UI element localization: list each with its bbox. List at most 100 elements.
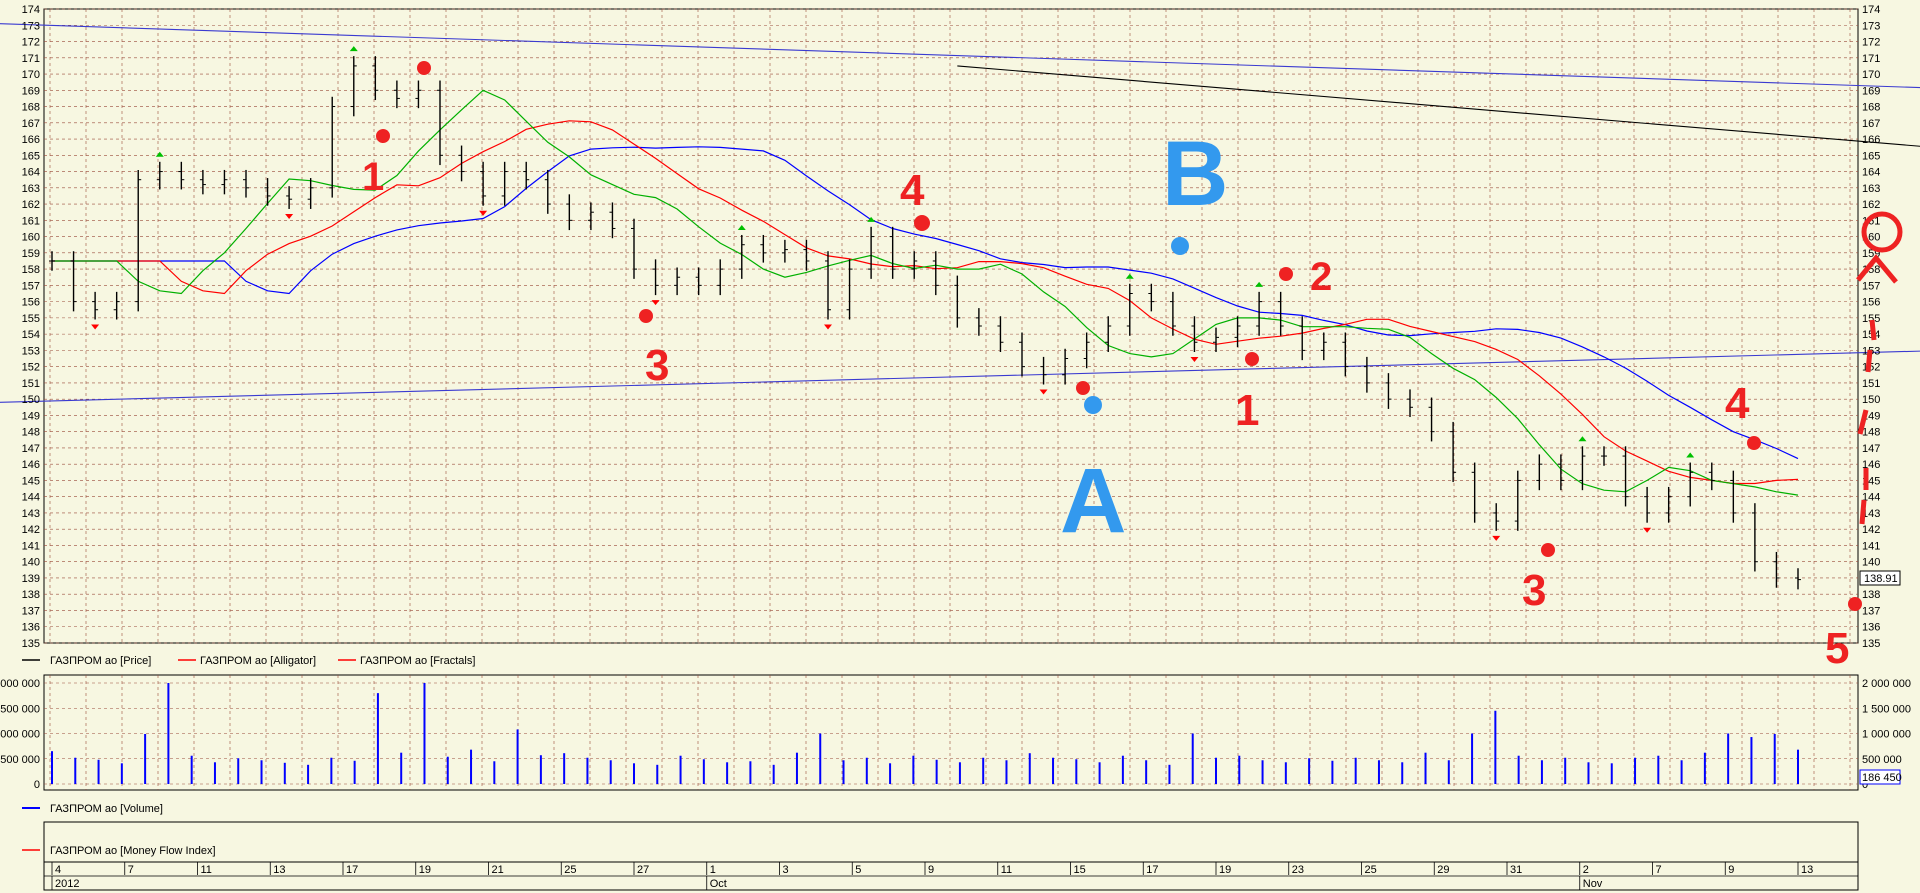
wave-label: 4 [1725, 379, 1750, 428]
price-tick-right: 136 [1862, 622, 1880, 634]
time-label: 23 [1292, 864, 1304, 876]
wave-label: 3 [645, 341, 669, 390]
legend-price: ГАЗПРОМ ао [Price] [50, 655, 151, 667]
time-label: 7 [128, 864, 134, 876]
volume-tick-left: 1 000 000 [0, 729, 40, 741]
price-tick-left: 163 [22, 183, 40, 195]
price-tick-left: 137 [22, 605, 40, 617]
wave-label: 1 [1235, 386, 1259, 435]
time-label: 7 [1656, 864, 1662, 876]
chart: 174 174173 173172 172171 171170 170169 169168 1… [0, 4, 1920, 891]
time-label: 1 [710, 864, 716, 876]
legend-fractals: ГАЗПРОМ ао [Fractals] [360, 655, 475, 667]
time-label: 15 [1074, 864, 1086, 876]
price-tick-right: 150 [1862, 394, 1880, 406]
price-tick-left: 167 [22, 118, 40, 130]
price-tick-right: 148 [1862, 427, 1880, 439]
wave-letter-a: A [1060, 450, 1126, 552]
time-label: 25 [1365, 864, 1377, 876]
price-tick-left: 172 [22, 37, 40, 49]
price-tick-right: 135 [1862, 638, 1880, 650]
time-label: 19 [419, 864, 431, 876]
time-label: 9 [1728, 864, 1734, 876]
price-tick-left: 171 [22, 53, 40, 65]
price-tick-right: 171 [1862, 53, 1880, 65]
price-tick-left: 152 [22, 362, 40, 374]
price-tick-left: 174 [22, 4, 40, 16]
price-tick-right: 156 [1862, 297, 1880, 309]
price-tick-left: 160 [22, 232, 40, 244]
price-tick-left: 156 [22, 297, 40, 309]
price-tick-right: 140 [1862, 557, 1880, 569]
price-tick-right: 168 [1862, 102, 1880, 114]
price-tick-left: 150 [22, 394, 40, 406]
price-tick-left: 149 [22, 410, 40, 422]
time-label: 13 [1801, 864, 1813, 876]
legend-mfi: ГАЗПРОМ ао [Money Flow Index] [50, 845, 216, 857]
volume-tick-right: 1 000 000 [1862, 729, 1911, 741]
price-tick-left: 157 [22, 280, 40, 292]
time-label: 5 [855, 864, 861, 876]
price-tick-left: 136 [22, 622, 40, 634]
price-tick-left: 144 [22, 492, 40, 504]
price-tick-right: 163 [1862, 183, 1880, 195]
price-tick-right: 147 [1862, 443, 1880, 455]
price-tick-left: 164 [22, 167, 40, 179]
time-label: 9 [928, 864, 934, 876]
price-tick-left: 165 [22, 150, 40, 162]
price-tick-left: 139 [22, 573, 40, 585]
price-tick-left: 148 [22, 427, 40, 439]
price-tick-left: 155 [22, 313, 40, 325]
wave-label: 4 [900, 166, 925, 215]
price-tick-left: 135 [22, 638, 40, 650]
price-tick-left: 162 [22, 199, 40, 211]
price-tick-left: 142 [22, 524, 40, 536]
time-label: 29 [1437, 864, 1449, 876]
price-tick-left: 169 [22, 85, 40, 97]
price-tick-right: 169 [1862, 85, 1880, 97]
time-label: 4 [55, 864, 61, 876]
price-tick-left: 143 [22, 508, 40, 520]
time-label: 2 [1583, 864, 1589, 876]
time-sub-label: Nov [1583, 878, 1603, 890]
price-tick-right: 142 [1862, 524, 1880, 536]
time-label: 3 [783, 864, 789, 876]
price-tick-right: 157 [1862, 280, 1880, 292]
price-tick-right: 138 [1862, 589, 1880, 601]
time-sub-label: Oct [710, 878, 727, 890]
price-tick-left: 146 [22, 459, 40, 471]
time-label: 21 [492, 864, 504, 876]
price-tick-left: 170 [22, 69, 40, 81]
price-tick-left: 159 [22, 248, 40, 260]
volume-tick-right: 1 500 000 [1862, 703, 1911, 715]
wave-label: 3 [1522, 566, 1546, 615]
time-label: 11 [1001, 864, 1012, 876]
price-tick-right: 141 [1862, 540, 1880, 552]
price-panel [43, 8, 1859, 644]
volume-tick-left: 1 500 000 [0, 703, 40, 715]
price-tick-right: 164 [1862, 167, 1880, 179]
price-tick-left: 154 [22, 329, 40, 341]
price-tick-right: 170 [1862, 69, 1880, 81]
price-tick-left: 145 [22, 475, 40, 487]
price-tick-left: 147 [22, 443, 40, 455]
time-label: 19 [1219, 864, 1231, 876]
time-label: 27 [637, 864, 649, 876]
wave-label: 5 [1825, 624, 1849, 673]
volume-tick-left: 500 000 [0, 754, 40, 766]
price-tick-left: 138 [22, 589, 40, 601]
wave-letter-b: B [1162, 123, 1228, 225]
price-tick-right: 165 [1862, 150, 1880, 162]
volume-tick-left: 0 [34, 779, 40, 791]
mfi-panel [43, 821, 1859, 863]
legend-volume: ГАЗПРОМ ао [Volume] [50, 803, 163, 815]
time-label: 13 [273, 864, 285, 876]
volume-tick-right: 2 000 000 [1862, 678, 1911, 690]
price-tick-right: 162 [1862, 199, 1880, 211]
volume-tick-left: 2 000 000 [0, 678, 40, 690]
price-tick-left: 140 [22, 557, 40, 569]
volume-tick-right: 500 000 [1862, 754, 1902, 766]
last-volume-label: 186 450 [1862, 772, 1902, 784]
time-label: 25 [564, 864, 576, 876]
wave-label: 1 [362, 155, 384, 199]
